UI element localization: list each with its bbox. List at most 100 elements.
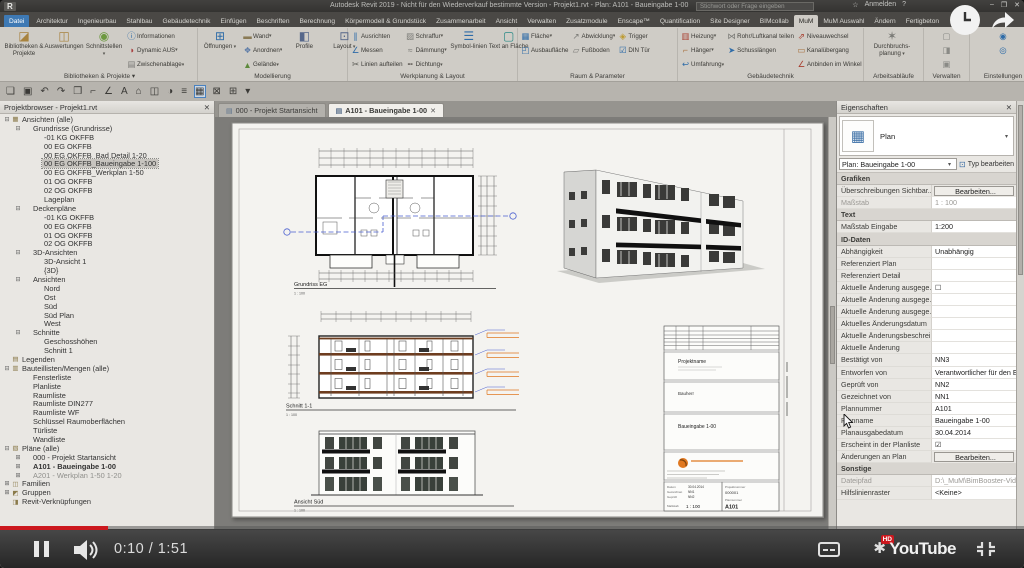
ribbon-button[interactable]: ◰ Ausbaufläche (520, 43, 568, 57)
tree-item[interactable]: -01 KG OKFFB (3, 213, 214, 222)
tree-item[interactable]: ⊟ Grundrisse (Grundrisse) (3, 124, 214, 133)
switch-windows-icon[interactable]: ⊞ (229, 86, 237, 97)
ribbon-tab[interactable]: Zusatzmodule (561, 15, 612, 28)
customize-icon[interactable]: ▾ (245, 86, 250, 97)
ribbon-button[interactable]: ∥ Ausrichten (350, 29, 403, 43)
ribbon-tab[interactable]: Datei (4, 14, 30, 27)
property-row[interactable]: Planname Baueingabe 1-00 (837, 414, 1016, 427)
ribbon-panel-label[interactable]: Raum & Parameter (520, 72, 675, 81)
close-hidden-windows-icon[interactable]: ⊠ (213, 86, 221, 97)
tree-item[interactable]: ⊟ ▧ Pläne (alle) (3, 444, 214, 453)
ribbon-button[interactable]: ◑ Dynamic AUS ▾ (126, 43, 184, 57)
view-tab-startansicht[interactable]: ▤ 000 - Projekt Startansicht (218, 103, 326, 117)
tree-expander-icon[interactable]: ⊟ (3, 116, 11, 123)
ribbon-button[interactable]: ☑ DIN Tür (617, 43, 650, 57)
property-row[interactable]: Grafiken (837, 173, 1016, 186)
tree-item[interactable]: Geschosshöhen (3, 337, 214, 346)
search-input[interactable]: Stichwort oder Frage eingeben (696, 1, 814, 11)
property-row[interactable]: Maßstab Eingabe 1:200 (837, 221, 1016, 234)
tree-item[interactable]: Ost (3, 293, 214, 302)
tree-item[interactable]: ⊞ A101 - Baueingabe 1-00 (3, 462, 214, 471)
share-button[interactable] (989, 9, 1016, 35)
aligned-dimension-icon[interactable]: ∠ (104, 86, 113, 97)
property-row[interactable]: Aktuelle Änderungsbeschrei... (837, 330, 1016, 343)
property-row[interactable]: Erscheint in der Planliste ☑ (837, 439, 1016, 452)
property-row[interactable]: Entworfen von Verantwortlicher für den E… (837, 366, 1016, 379)
ribbon-button[interactable]: ❖ Anordnen ▾ (242, 43, 283, 57)
tree-item[interactable]: Fensterliste (3, 373, 214, 382)
volume-button[interactable] (74, 540, 101, 560)
ribbon-tab[interactable]: Ändern (869, 15, 900, 28)
ribbon-button[interactable]: ╍ Dichtung ▾ (405, 58, 447, 72)
view-tab-baueingabe[interactable]: ▤ A101 - Baueingabe 1-00 ✕ (327, 103, 444, 117)
property-row[interactable]: Hilfslinienraster <Keine> (837, 487, 1016, 500)
tree-expander-icon[interactable]: ⊟ (14, 276, 22, 283)
ribbon-tab[interactable]: Verwalten (522, 15, 561, 28)
properties-icon[interactable]: ▦ (193, 85, 206, 98)
ribbon-button[interactable]: ☰ Symbol-linien (449, 29, 489, 72)
property-row[interactable]: Aktuelle Änderung ausgege... (837, 293, 1016, 307)
tree-item[interactable]: ⊟ Schnitte (3, 328, 214, 337)
ribbon-button[interactable]: ✂ Linien aufteilen (350, 58, 403, 72)
tree-item[interactable]: Nord (3, 284, 214, 293)
ribbon-button[interactable]: ⊞ Öffnungen ▾ (200, 29, 240, 72)
ribbon-button[interactable]: ◈ Trigger (617, 29, 650, 43)
tree-item[interactable]: 3D-Ansicht 1 (3, 257, 214, 266)
print-icon[interactable]: ❒ (73, 86, 82, 97)
ribbon-button[interactable]: ◨ (941, 43, 952, 57)
ribbon-button[interactable]: ↗ Abwicklung ▾ (571, 29, 615, 43)
property-row[interactable]: Planausgabedatum 30.04.2014 (837, 426, 1016, 440)
edit-type-button[interactable]: ⊡ Typ bearbeiten (959, 160, 1014, 169)
tree-item[interactable]: Lageplan (3, 195, 214, 204)
render-icon[interactable]: ◑ (167, 86, 173, 97)
tree-item[interactable]: 00 EG OKFFB (3, 222, 214, 231)
watch-later-button[interactable] (950, 5, 980, 35)
ribbon-tab[interactable]: Körpermodell & Grundstück (340, 15, 431, 28)
ribbon-tab[interactable]: Site Designer (705, 15, 755, 28)
ribbon-button[interactable]: ⇗ Niveauwechsel (796, 29, 862, 43)
ribbon-button[interactable]: ⌐ Hänger ▾ (680, 43, 724, 57)
ribbon-tab[interactable]: Quantification (655, 15, 705, 28)
tree-expander-icon[interactable]: ⊞ (14, 454, 22, 461)
ribbon-tab[interactable]: Architektur (31, 15, 73, 28)
property-row[interactable]: Abhängigkeit Unabhängig (837, 245, 1016, 258)
property-row[interactable]: Aktuelle Änderung ausgege... (837, 306, 1016, 319)
tree-item[interactable]: ⊞ 000 - Projekt Startansicht (3, 453, 214, 462)
property-row[interactable]: Überschreibungen Sichtbar... Bearbeiten.… (837, 185, 1016, 198)
tree-item[interactable]: Raumliste WF (3, 408, 214, 417)
property-row[interactable]: Sonstige (837, 463, 1016, 476)
tree-item[interactable]: Raumliste (3, 391, 214, 400)
tree-item[interactable]: 02 OG OKFFB (3, 239, 214, 248)
undo-icon[interactable]: ↶ (40, 86, 48, 97)
property-row[interactable]: Gezeichnet von NN1 (837, 390, 1016, 403)
tree-item[interactable]: 00 EG OKFFB_Baueingabe 1-100 (3, 158, 214, 170)
ribbon-panel-label[interactable]: Arbeitsabläufe (866, 72, 921, 81)
properties-scrollbar[interactable] (1016, 101, 1024, 568)
tree-item[interactable]: ◨ Revit-Verknüpfungen (3, 497, 214, 506)
close-icon[interactable]: ✕ (1006, 103, 1012, 112)
tree-item[interactable]: 00 EG OKFFB_Werkplan 1-50 (3, 168, 214, 177)
ribbon-button[interactable]: ◧ Profile (284, 29, 324, 72)
tree-expander-icon[interactable]: ⊟ (14, 249, 22, 256)
ribbon-tab[interactable]: Einfügen (215, 15, 251, 28)
tree-item[interactable]: ⊞ ◩ Gruppen (3, 488, 214, 497)
tree-item[interactable]: 01 OG OK­FFB (3, 177, 214, 186)
ribbon-button[interactable]: ➤ Schusslängen (726, 43, 794, 57)
tree-item[interactable]: 00 EG OKFFB (3, 142, 214, 151)
pause-button[interactable] (34, 541, 49, 557)
tree-item[interactable]: Türliste (3, 426, 214, 435)
tree-item[interactable]: ⊟ ▥ Bauteillisten/Mengen (alle) (3, 364, 214, 373)
ribbon-button[interactable]: ▲ Gelände ▾ (242, 58, 282, 72)
tree-item[interactable]: Süd Plan (3, 311, 214, 320)
ribbon-tab[interactable]: Beschriften (252, 15, 295, 28)
tree-item[interactable]: Süd (3, 302, 214, 311)
tree-item[interactable]: Raumliste DIN277 (3, 399, 214, 408)
tree-expander-icon[interactable]: ⊞ (3, 480, 11, 487)
ribbon-tab[interactable]: Ingenieurbau (73, 15, 122, 28)
ribbon-tab[interactable]: MuM (793, 14, 819, 27)
close-button[interactable]: ✕ (1014, 1, 1020, 9)
tree-item[interactable]: ⊟ 3D-Ansichten (3, 248, 214, 257)
ribbon-tab[interactable]: Stahlbau (121, 15, 157, 28)
favorites-icon[interactable]: ☆ (852, 1, 858, 9)
tree-item[interactable]: Schlüssel Raumoberflächen (3, 417, 214, 426)
